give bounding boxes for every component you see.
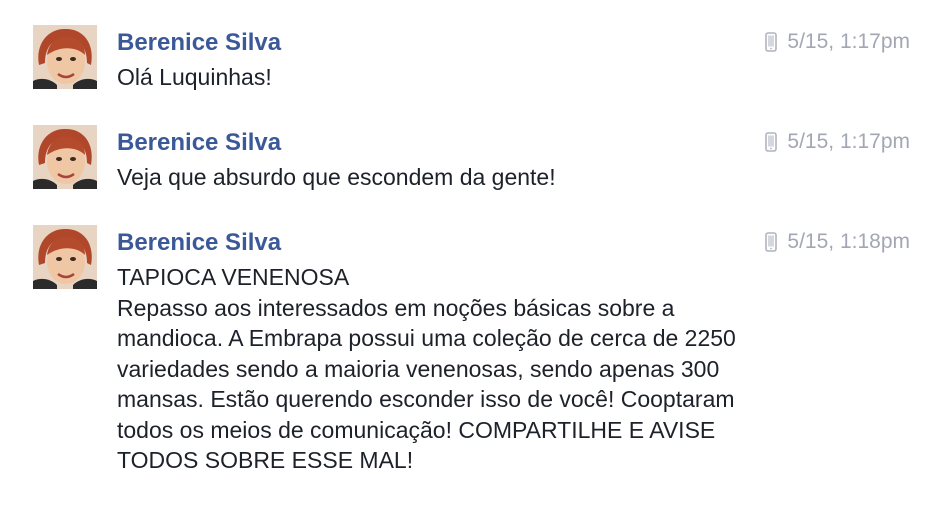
message-meta: 5/15, 1:17pm (765, 28, 910, 56)
avatar[interactable] (33, 25, 97, 89)
message-text: Olá Luquinhas! (117, 62, 817, 93)
message-line: Repasso aos interessados em noções básic… (117, 294, 675, 321)
message-line: mandioca. A Embrapa possui uma coleção d… (117, 325, 736, 351)
avatar[interactable] (33, 125, 97, 189)
message-meta: 5/15, 1:17pm (765, 128, 910, 156)
message-line: mansas. Estão querendo esconder isso de … (117, 386, 735, 412)
sender-name[interactable]: Berenice Silva (117, 29, 281, 57)
message-line: TAPIOCA VENENOSA (117, 264, 350, 290)
message-line: todos os meios de comunicação! COMPARTIL… (117, 416, 716, 443)
timestamp: 5/15, 1:17pm (787, 130, 910, 153)
message-item: Berenice Silva 5/15, 1:17pm Olá Luquinha… (0, 25, 930, 95)
message-meta: 5/15, 1:18pm (765, 228, 910, 256)
mobile-phone-icon (765, 32, 778, 52)
sender-name[interactable]: Berenice Silva (117, 129, 281, 157)
message-line: Veja que absurdo que escondem da gente! (117, 164, 556, 190)
timestamp: 5/15, 1:18pm (787, 230, 910, 253)
timestamp: 5/15, 1:17pm (787, 30, 910, 53)
mobile-phone-icon (765, 132, 778, 152)
avatar[interactable] (33, 225, 97, 289)
mobile-phone-icon (765, 232, 778, 252)
message-item: Berenice Silva 5/15, 1:18pm TAPIOCA VENE… (0, 225, 930, 505)
message-item: Berenice Silva 5/15, 1:17pm Veja que abs… (0, 125, 930, 195)
message-line: variedades sendo a maioria venenosas, se… (117, 355, 720, 382)
message-line: Olá Luquinhas! (117, 64, 272, 90)
message-line: TODOS SOBRE ESSE MAL! (117, 447, 414, 473)
message-text: Veja que absurdo que escondem da gente! (117, 162, 817, 193)
message-text: TAPIOCA VENENOSA Repasso aos interessado… (117, 262, 817, 476)
sender-name[interactable]: Berenice Silva (117, 229, 281, 257)
